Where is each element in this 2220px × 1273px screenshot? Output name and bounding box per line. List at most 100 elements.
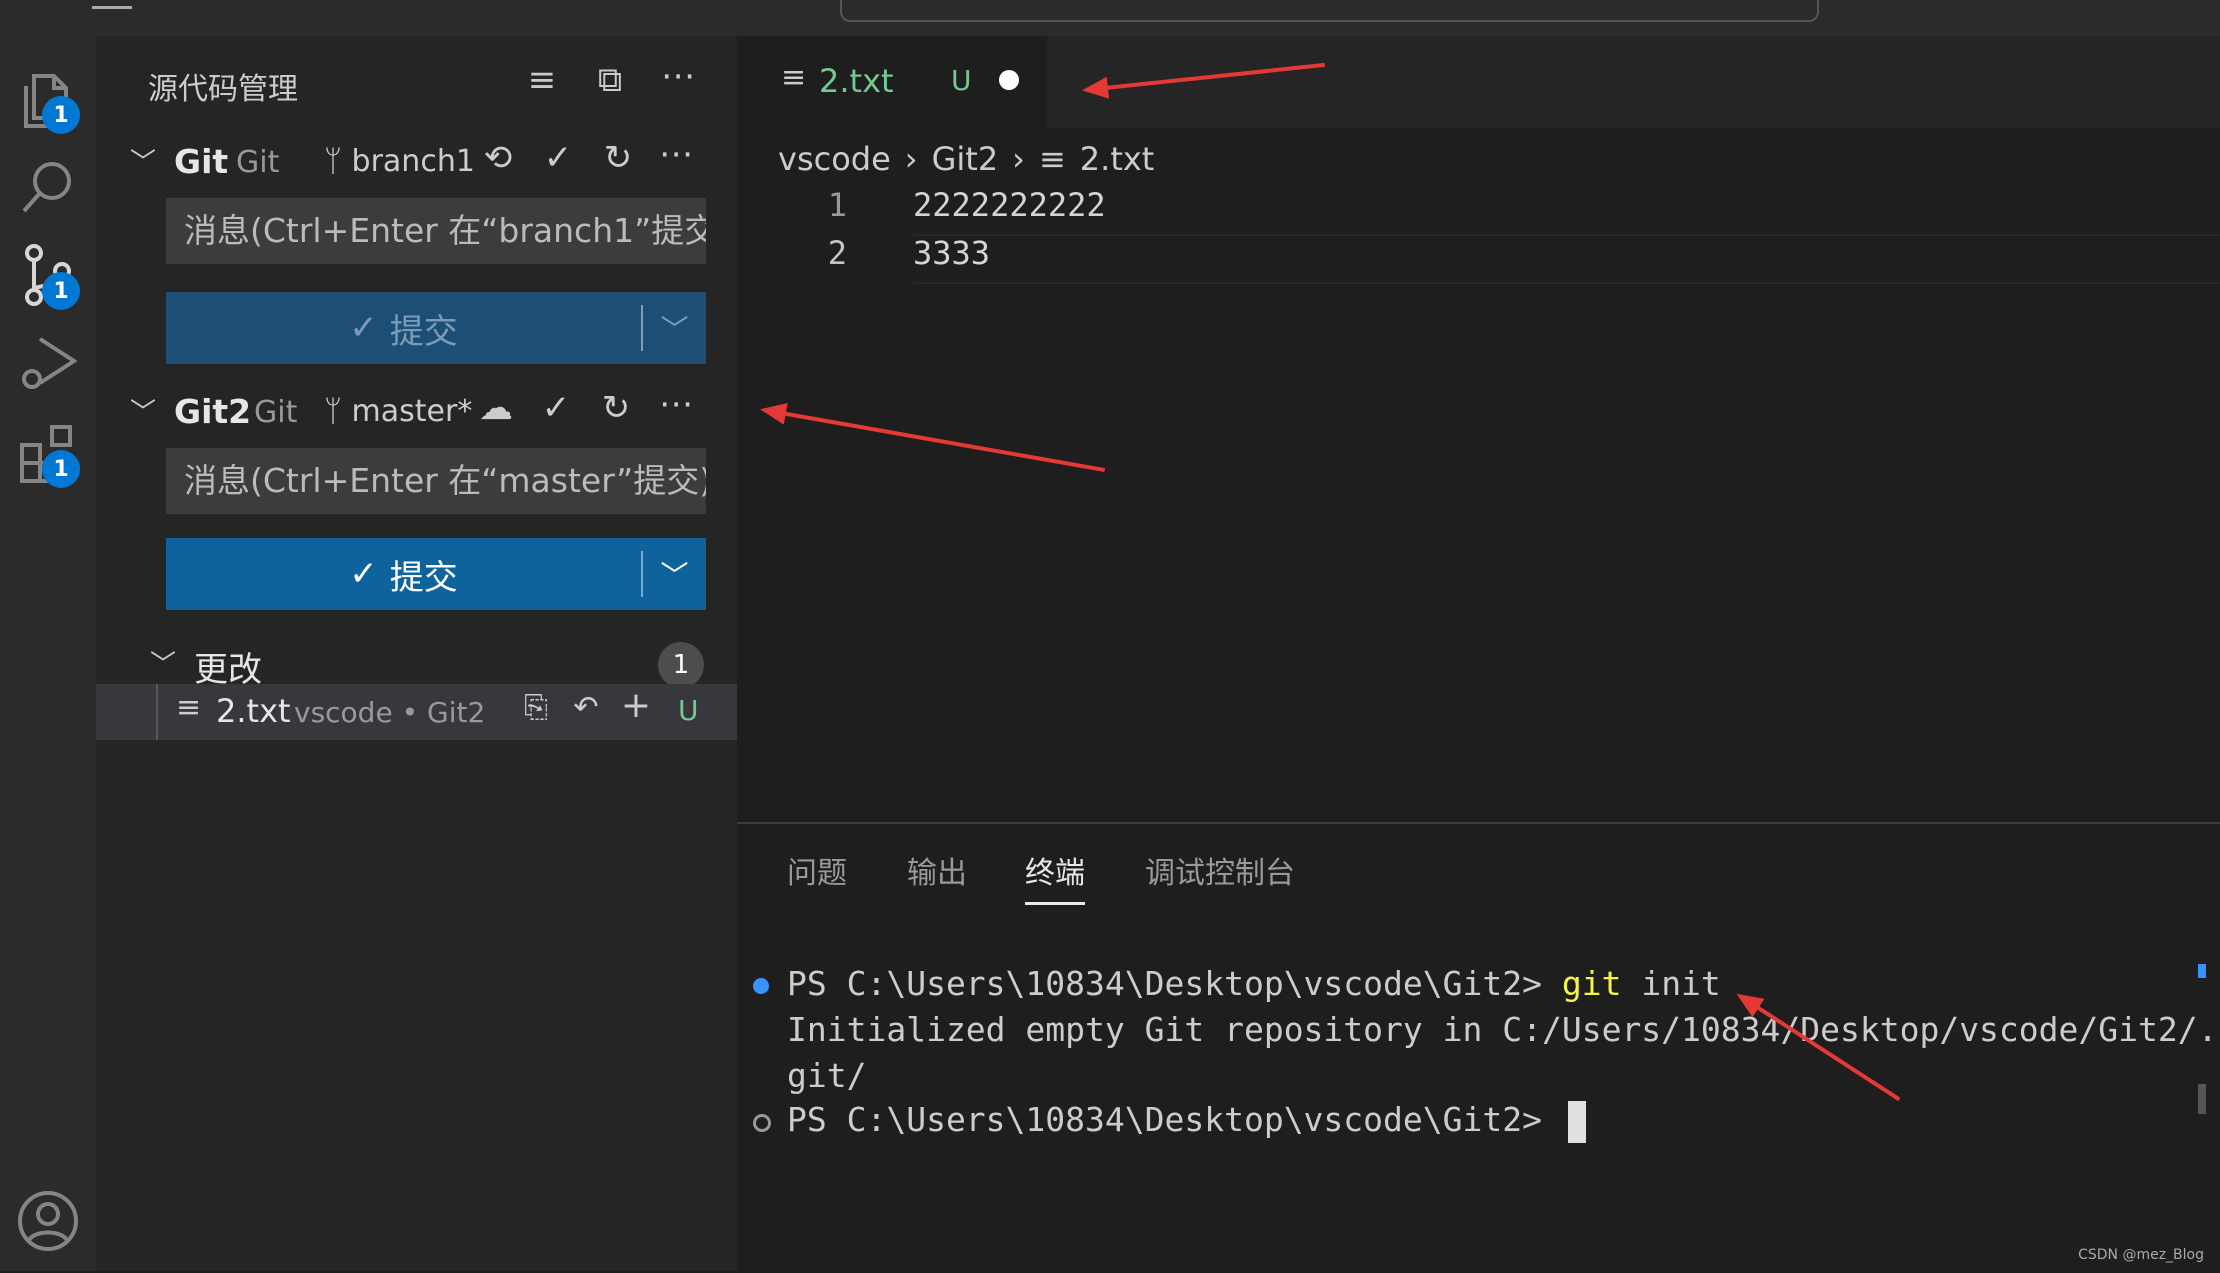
file-path: vscode • Git2 — [294, 696, 486, 729]
repo-header-git[interactable]: ﹀ Git Git ᛘ branch1 ⟲ ✓ ↻ ⋯ — [96, 132, 737, 192]
branch-icon: ᛘ — [324, 144, 342, 179]
breadcrumb: vscode › Git2 › ≡ 2.txt — [778, 136, 1154, 182]
commit-button[interactable]: ✓ 提交 ﹀ — [166, 292, 706, 364]
scm-sidebar: 源代码管理 ≡ ⧉ ⋯ ﹀ Git Git ᛘ branch1 ⟲ ✓ ↻ ⋯ … — [96, 36, 737, 1271]
sync-icon[interactable]: ⟲ — [476, 138, 520, 182]
explorer-icon[interactable]: 1 — [0, 54, 96, 144]
stage-changes-icon[interactable]: + — [614, 686, 658, 730]
repo-type: Git — [236, 145, 280, 180]
terminal-prompt: PS C:\Users\10834\Desktop\vscode\Git2> — [787, 964, 1562, 1003]
line-text: 2222222222 — [913, 186, 1106, 224]
code-line[interactable]: 1 2222222222 — [737, 186, 2220, 236]
more-actions-icon[interactable]: ⋯ — [656, 56, 700, 100]
refresh-icon[interactable]: ↻ — [596, 138, 640, 182]
command-pending-dot-icon[interactable] — [753, 1114, 771, 1132]
panel-scrollbar[interactable] — [2198, 1084, 2206, 1114]
check-icon: ✓ — [349, 554, 378, 594]
extensions-badge: 1 — [42, 450, 80, 488]
file-text-icon: ≡ — [781, 60, 807, 95]
open-file-icon[interactable]: ⎘ — [514, 688, 558, 732]
tab-debug-console[interactable]: 调试控制台 — [1145, 848, 1295, 892]
commit-check-icon[interactable]: ✓ — [534, 388, 578, 432]
branch-indicator[interactable]: ᛘ master* — [324, 394, 472, 429]
breadcrumb-item[interactable]: vscode — [778, 140, 891, 178]
breadcrumb-item[interactable]: 2.txt — [1080, 140, 1155, 178]
branch-icon: ᛘ — [324, 394, 342, 429]
account-icon[interactable] — [0, 1176, 96, 1266]
run-debug-icon[interactable] — [0, 318, 96, 408]
search-icon[interactable] — [0, 142, 96, 232]
tab-2-txt[interactable]: ≡ 2.txt U — [737, 36, 1047, 128]
sidebar-title: 源代码管理 — [148, 72, 298, 107]
extensions-icon[interactable]: 1 — [0, 408, 96, 498]
activity-bar: 1 1 1 — [0, 36, 96, 1271]
scroll-marker — [2198, 964, 2206, 978]
changes-count-badge: 1 — [658, 642, 704, 688]
branch-name: branch1 — [351, 144, 475, 179]
annotation-arrow — [763, 408, 1106, 473]
terminal-command: git — [1561, 964, 1622, 1003]
tab-output[interactable]: 输出 — [907, 848, 967, 892]
file-text-icon: ≡ — [176, 690, 202, 725]
chevron-right-icon: › — [904, 140, 918, 178]
file-name: 2.txt — [216, 692, 291, 730]
file-status-badge: U — [678, 694, 699, 727]
chevron-right-icon: › — [1012, 140, 1025, 178]
collapse-all-icon[interactable]: ⧉ — [588, 60, 632, 104]
repo-header-git2[interactable]: ﹀ Git2 Git ᛘ master* ☁ ✓ ↻ ⋯ — [96, 382, 737, 442]
commit-check-icon[interactable]: ✓ — [536, 138, 580, 182]
tree-indent-guide — [156, 684, 158, 740]
line-number: 2 — [827, 234, 847, 272]
watermark: CSDN @mez_Blog — [2078, 1247, 2204, 1263]
bottom-panel: 问题 输出 终端 调试控制台 PS C:\Users\10834\Desktop… — [737, 822, 2220, 1273]
repo-name: Git2 — [174, 392, 252, 431]
command-success-dot-icon[interactable] — [753, 978, 769, 994]
code-line[interactable]: 2 3333 — [737, 234, 2220, 284]
more-actions-icon[interactable]: ⋯ — [654, 384, 698, 428]
changed-file-row[interactable]: ≡ 2.txt vscode • Git2 ⎘ ↶ + U — [96, 684, 737, 740]
chevron-down-icon[interactable]: ﹀ — [130, 142, 156, 179]
terminal-command-args: init — [1621, 964, 1721, 1003]
file-text-icon: ≡ — [1038, 140, 1066, 178]
commit-button[interactable]: ✓ 提交 ﹀ — [166, 538, 706, 610]
commit-message-input[interactable]: 消息(Ctrl+Enter 在“branch1”提交) — [166, 198, 706, 264]
refresh-icon[interactable]: ↻ — [594, 388, 638, 432]
more-actions-icon[interactable]: ⋯ — [654, 134, 698, 178]
view-as-list-icon[interactable]: ≡ — [520, 60, 564, 104]
terminal-line: PS C:\Users\10834\Desktop\vscode\Git2> g… — [787, 964, 1721, 1003]
line-number: 1 — [827, 186, 847, 224]
scm-badge: 1 — [42, 272, 80, 310]
terminal-output: Initialized empty Git repository in C:/U… — [787, 1010, 2218, 1049]
chevron-down-icon[interactable]: ﹀ — [643, 292, 706, 364]
unsaved-dot-icon[interactable] — [999, 70, 1019, 90]
commit-message-input[interactable]: 消息(Ctrl+Enter 在“master”提交) — [166, 448, 706, 514]
branch-indicator[interactable]: ᛘ branch1 — [324, 144, 475, 179]
branch-name: master* — [351, 394, 473, 429]
current-line-highlight — [913, 234, 2220, 284]
publish-cloud-icon[interactable]: ☁ — [474, 388, 518, 432]
explorer-badge: 1 — [42, 96, 80, 134]
line-text: 3333 — [913, 234, 991, 272]
commit-label: 提交 — [389, 557, 458, 598]
menu-icon[interactable] — [92, 0, 132, 9]
discard-changes-icon[interactable]: ↶ — [564, 688, 608, 732]
editor-tab-bar: ≡ 2.txt U — [737, 36, 2220, 128]
repo-type: Git — [254, 395, 298, 430]
tab-status: U — [951, 64, 972, 97]
source-control-icon[interactable]: 1 — [0, 230, 96, 320]
chevron-down-icon[interactable]: ﹀ — [130, 392, 156, 429]
breadcrumb-item[interactable]: Git2 — [932, 140, 999, 178]
tab-terminal[interactable]: 终端 — [1025, 848, 1085, 905]
terminal-line[interactable]: PS C:\Users\10834\Desktop\vscode\Git2> — [787, 1100, 1586, 1143]
check-icon: ✓ — [349, 308, 378, 348]
terminal-prompt: PS C:\Users\10834\Desktop\vscode\Git2> — [787, 1100, 1562, 1139]
terminal-output: git/ — [787, 1056, 867, 1095]
repo-name: Git — [174, 142, 229, 181]
tab-label: 2.txt — [819, 62, 894, 100]
chevron-down-icon[interactable]: ﹀ — [643, 538, 706, 610]
terminal-cursor — [1567, 1100, 1586, 1143]
chevron-down-icon[interactable]: ﹀ — [150, 644, 176, 681]
command-center[interactable] — [840, 0, 1819, 22]
tab-problems[interactable]: 问题 — [787, 848, 847, 892]
title-bar — [0, 0, 2220, 36]
